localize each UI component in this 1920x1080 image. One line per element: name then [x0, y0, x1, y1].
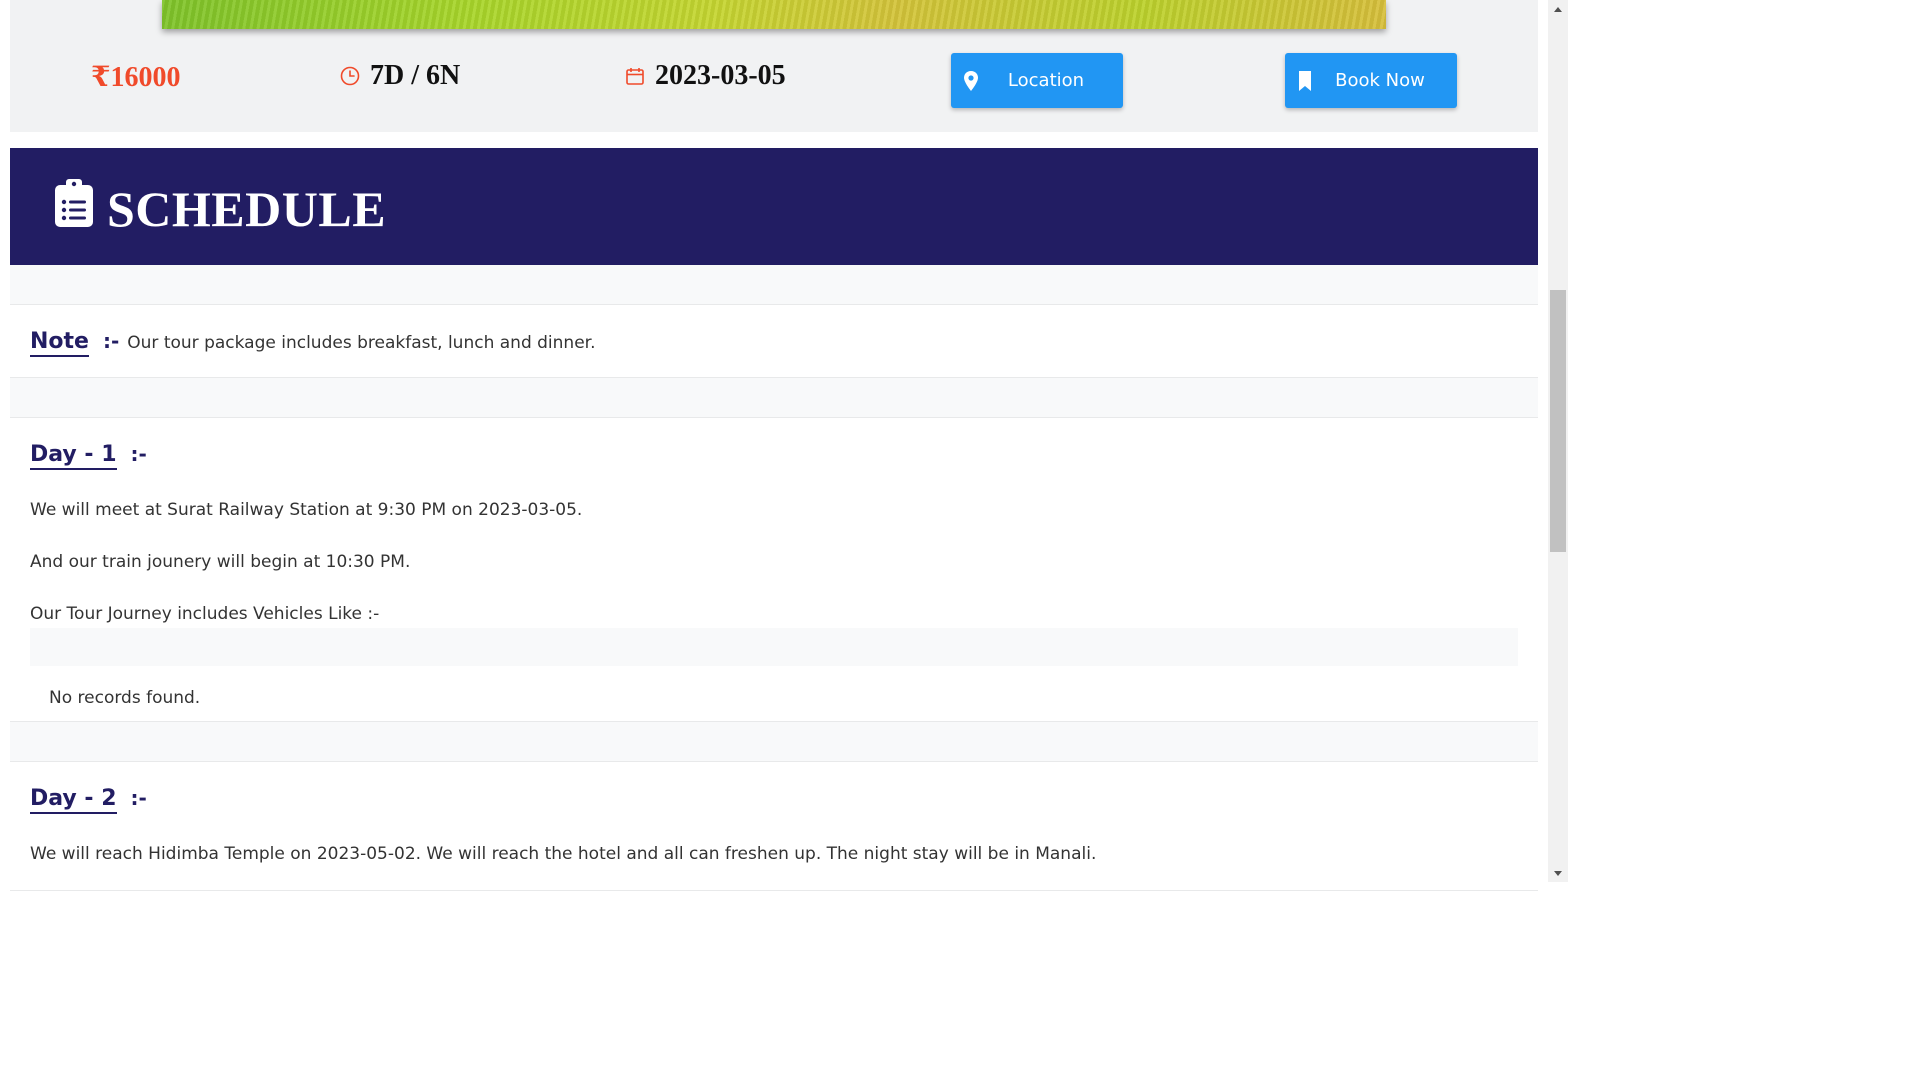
note-separator: :-	[102, 329, 120, 353]
schedule-content: Note :- Our tour package includes breakf…	[10, 265, 1538, 891]
clock-icon	[340, 66, 360, 86]
location-button-label: Location	[1007, 70, 1085, 91]
day-heading-label: Day - 1	[30, 442, 117, 470]
book-now-button-label: Book Now	[1335, 70, 1425, 91]
day-line: We will reach Hidimba Temple on 2023-05-…	[30, 844, 1097, 864]
package-hero-image	[162, 0, 1386, 29]
package-date: 2023-03-05	[625, 60, 786, 92]
day-heading: Day - 1 :-	[30, 442, 147, 470]
scrollbar-thumb[interactable]	[1550, 290, 1566, 552]
day-separator: :-	[130, 786, 147, 810]
note-heading-label: Note	[30, 329, 89, 357]
note-text: Our tour package includes breakfast, lun…	[127, 333, 596, 353]
vehicle-empty-message: No records found.	[49, 688, 201, 708]
location-button[interactable]: Location	[951, 53, 1123, 108]
clipboard-list-icon	[55, 179, 93, 227]
scroll-up-arrow-icon[interactable]	[1548, 0, 1568, 17]
day-heading-label: Day - 2	[30, 786, 117, 814]
date-text: 2023-03-05	[655, 60, 786, 91]
scroll-down-arrow-icon[interactable]	[1548, 865, 1568, 882]
day-separator: :-	[130, 442, 147, 466]
day-line: Our Tour Journey includes Vehicles Like …	[30, 604, 380, 624]
page: ₹16000 7D / 6N 2023-03-05 Location Book …	[0, 0, 1548, 891]
book-now-button[interactable]: Book Now	[1285, 53, 1457, 108]
day-card: Day - 2 :- We will reach Hidimba Temple …	[10, 761, 1538, 891]
note-heading: Note :- Our tour package includes breakf…	[30, 329, 596, 357]
page-scrollbar[interactable]	[1548, 0, 1568, 882]
duration-text: 7D / 6N	[370, 60, 461, 91]
schedule-header: SCHEDULE	[10, 148, 1538, 265]
schedule-title: SCHEDULE	[107, 181, 387, 237]
day-heading: Day - 2 :-	[30, 786, 147, 814]
vehicle-table-header	[30, 628, 1518, 666]
day-card: Day - 1 :- We will meet at Surat Railway…	[10, 417, 1538, 722]
day-line: We will meet at Surat Railway Station at…	[30, 500, 583, 520]
package-duration: 7D / 6N	[340, 60, 460, 92]
note-card: Note :- Our tour package includes breakf…	[10, 304, 1538, 378]
calendar-icon	[626, 68, 644, 85]
day-line: And our train jounery will begin at 10:3…	[30, 552, 411, 572]
package-price: ₹16000	[91, 62, 181, 93]
